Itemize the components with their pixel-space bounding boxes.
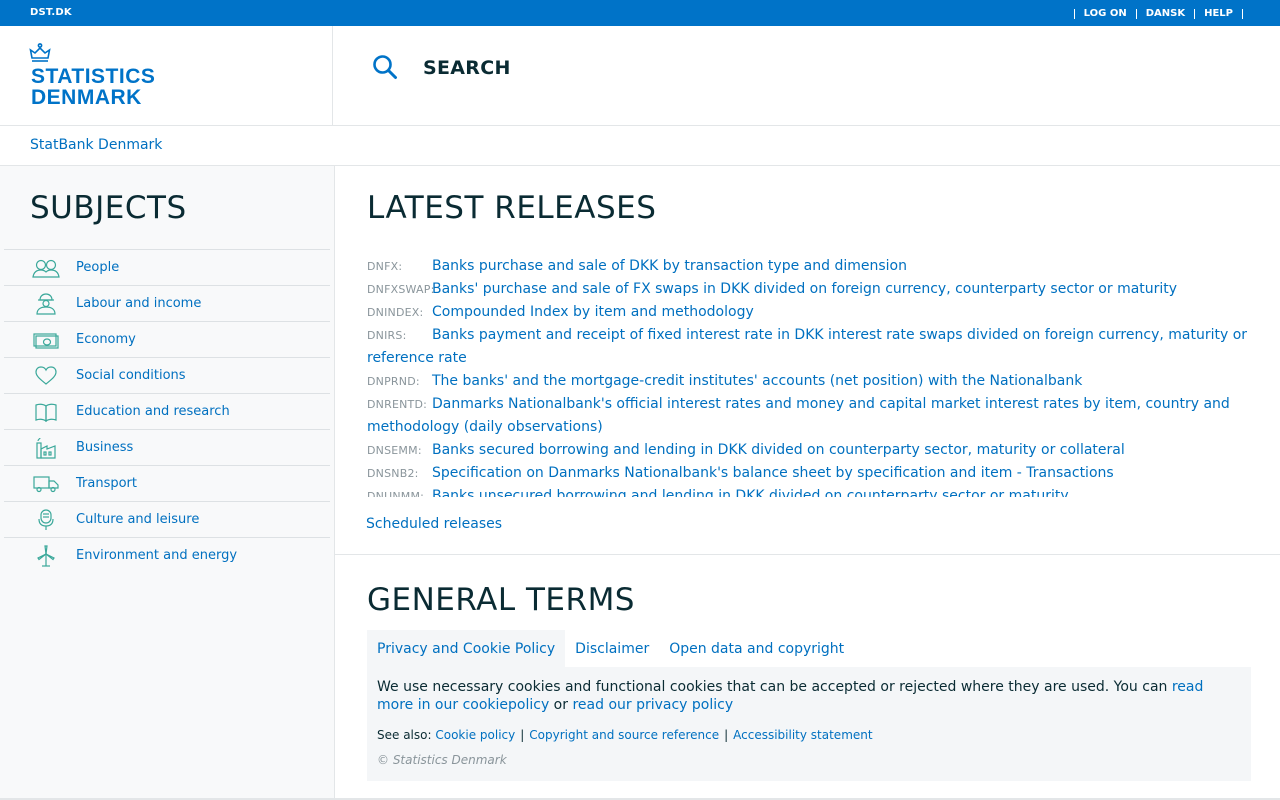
tab-open-data[interactable]: Open data and copyright xyxy=(659,630,854,667)
log-on-link[interactable]: LOG ON xyxy=(1073,9,1136,19)
release-link[interactable]: Banks purchase and sale of DKK by transa… xyxy=(432,258,907,274)
subject-people[interactable]: People xyxy=(4,249,330,285)
release-code: DNINDEX: xyxy=(367,306,424,319)
release-link[interactable]: Banks unsecured borrowing and lending in… xyxy=(432,488,1069,497)
tab-disclaimer[interactable]: Disclaimer xyxy=(565,630,659,667)
breadcrumb: StatBank Denmark xyxy=(0,126,1280,166)
release-code: DNFXSWAP: xyxy=(367,283,435,296)
cookie-intro: We use necessary cookies and functional … xyxy=(377,679,1172,695)
release-item: DNINDEX: Compounded Index by item and met… xyxy=(367,301,1251,324)
subject-label: Culture and leisure xyxy=(76,512,200,527)
subject-label: Social conditions xyxy=(76,368,186,383)
terms-tab-panel: We use necessary cookies and functional … xyxy=(367,667,1251,781)
release-link[interactable]: Danmarks Nationalbank's official interes… xyxy=(367,396,1230,435)
subject-label: Economy xyxy=(76,332,136,347)
breadcrumb-statbank[interactable]: StatBank Denmark xyxy=(30,137,162,153)
release-link[interactable]: The banks' and the mortgage-credit insti… xyxy=(432,373,1082,389)
logo[interactable]: STATISTICS DENMARK xyxy=(0,26,333,125)
language-link[interactable]: DANSK xyxy=(1135,9,1194,19)
release-item: DNRENTD: Danmarks Nationalbank's official… xyxy=(367,393,1251,439)
tab-privacy-cookie[interactable]: Privacy and Cookie Policy xyxy=(367,630,566,667)
latest-releases-title: LATEST RELEASES xyxy=(367,190,657,226)
nav-divider xyxy=(1242,9,1243,19)
top-bar: DST.DK LOG ON DANSK HELP xyxy=(0,0,1280,26)
subject-economy[interactable]: Economy xyxy=(4,321,330,357)
release-item: DNSNB2: Specification on Danmarks Nationa… xyxy=(367,462,1251,485)
subject-social[interactable]: Social conditions xyxy=(4,357,330,393)
help-link[interactable]: HELP xyxy=(1194,9,1242,19)
release-link[interactable]: Compounded Index by item and methodology xyxy=(432,304,754,320)
general-terms-title: GENERAL TERMS xyxy=(367,582,635,618)
release-item: DNPRND: The banks' and the mortgage-credi… xyxy=(367,370,1251,393)
releases-list[interactable]: DNFX: Banks purchase and sale of DKK by t… xyxy=(367,255,1251,497)
release-item: DNIRS: Banks payment and receipt of fixed… xyxy=(367,324,1251,370)
release-code: DNPRND: xyxy=(367,375,420,388)
release-code: DNSNB2: xyxy=(367,467,419,480)
release-link[interactable]: Banks' purchase and sale of FX swaps in … xyxy=(432,281,1177,297)
microphone-icon xyxy=(32,508,60,531)
release-code: DNIRS: xyxy=(367,329,407,342)
windmill-icon xyxy=(32,544,60,567)
release-item: DNUNMM: Banks unsecured borrowing and len… xyxy=(367,485,1251,497)
logo-line-2: DENMARK xyxy=(31,86,142,109)
link-separator: | xyxy=(724,728,729,742)
subject-label: Transport xyxy=(76,476,138,491)
subject-label: People xyxy=(76,260,120,275)
subject-business[interactable]: Business xyxy=(4,429,330,465)
link-separator: | xyxy=(520,728,525,742)
subject-label: Labour and income xyxy=(76,296,202,311)
heart-icon xyxy=(32,365,60,387)
section-divider xyxy=(335,554,1280,555)
copyright-source-link[interactable]: Copyright and source reference xyxy=(529,728,719,742)
see-also-label: See also: xyxy=(377,728,432,742)
release-link[interactable]: Banks payment and receipt of fixed inter… xyxy=(367,327,1247,366)
release-item: DNFX: Banks purchase and sale of DKK by t… xyxy=(367,255,1251,278)
sidebar: SUBJECTS People Labour and income Econom… xyxy=(0,166,335,800)
header: STATISTICS DENMARK SEARCH xyxy=(0,26,1280,126)
scheduled-releases-link[interactable]: Scheduled releases xyxy=(366,516,502,532)
subject-environment[interactable]: Environment and energy xyxy=(4,537,330,573)
release-code: DNFX: xyxy=(367,260,403,273)
accessibility-statement-link[interactable]: Accessibility statement xyxy=(733,728,872,742)
main-content: LATEST RELEASES DNFX: Banks purchase and … xyxy=(335,166,1280,800)
worker-icon xyxy=(32,292,60,315)
release-item: DNSEMM: Banks secured borrowing and lendi… xyxy=(367,439,1251,462)
subject-label: Education and research xyxy=(76,404,230,419)
release-code: DNSEMM: xyxy=(367,444,422,457)
site-link[interactable]: DST.DK xyxy=(30,7,72,18)
or-text: or xyxy=(549,697,573,713)
book-icon xyxy=(32,401,60,423)
subject-education[interactable]: Education and research xyxy=(4,393,330,429)
cookie-text: We use necessary cookies and functional … xyxy=(377,678,1241,714)
release-link[interactable]: Specification on Danmarks Nationalbank's… xyxy=(432,465,1114,481)
subjects-list: People Labour and income Economy Social … xyxy=(4,249,330,573)
top-nav: LOG ON DANSK HELP xyxy=(1073,9,1243,19)
logo-line-1: STATISTICS xyxy=(31,65,156,88)
people-icon xyxy=(32,257,60,279)
factory-icon xyxy=(32,437,60,459)
release-item: DNFXSWAP:Banks' purchase and sale of FX … xyxy=(367,278,1251,301)
search-label[interactable]: SEARCH xyxy=(423,57,511,79)
logo-text: STATISTICS DENMARK xyxy=(31,66,155,108)
privacy-policy-link[interactable]: read our privacy policy xyxy=(572,697,733,713)
release-link[interactable]: Banks secured borrowing and lending in D… xyxy=(432,442,1125,458)
cookie-policy-link[interactable]: Cookie policy xyxy=(435,728,515,742)
subject-labour[interactable]: Labour and income xyxy=(4,285,330,321)
subjects-title: SUBJECTS xyxy=(30,190,187,226)
copyright-text: © Statistics Denmark xyxy=(377,753,507,767)
truck-icon xyxy=(32,473,60,495)
see-also: See also: Cookie policy | Copyright and so… xyxy=(377,728,1241,742)
subject-culture[interactable]: Culture and leisure xyxy=(4,501,330,537)
subject-transport[interactable]: Transport xyxy=(4,465,330,501)
subject-label: Business xyxy=(76,440,134,455)
terms-tabs: Privacy and Cookie Policy Disclaimer Ope… xyxy=(367,630,854,667)
money-icon xyxy=(32,329,60,351)
subject-label: Environment and energy xyxy=(76,548,238,563)
search-icon[interactable] xyxy=(372,54,398,80)
release-code: DNUNMM: xyxy=(367,490,425,497)
release-code: DNRENTD: xyxy=(367,398,428,411)
crown-icon xyxy=(29,43,51,62)
